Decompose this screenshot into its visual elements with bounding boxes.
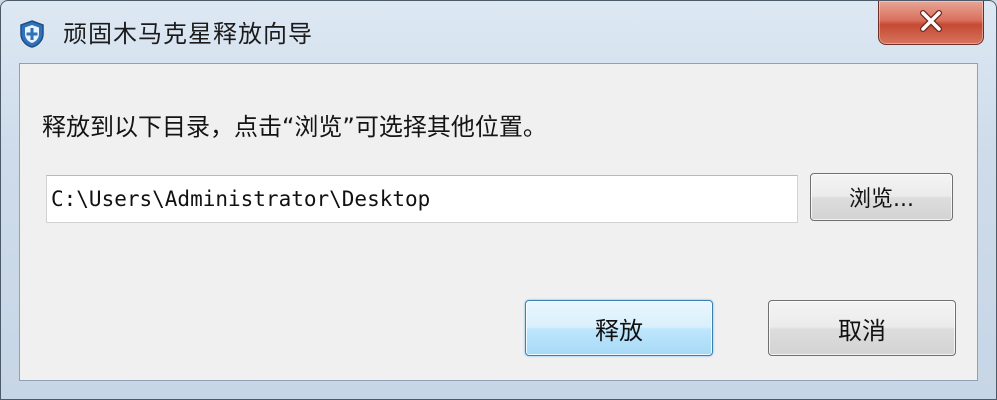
path-input[interactable] bbox=[46, 175, 798, 223]
release-wizard-window: 顽固木马克星释放向导 释放到以下目录，点击“浏览”可选择其他位置。 浏览... … bbox=[0, 0, 997, 400]
shield-icon bbox=[17, 19, 47, 49]
release-button[interactable]: 释放 bbox=[525, 300, 713, 356]
instruction-text: 释放到以下目录，点击“浏览”可选择其他位置。 bbox=[42, 113, 547, 141]
browse-button[interactable]: 浏览... bbox=[810, 173, 953, 221]
close-icon bbox=[918, 9, 944, 36]
title-bar[interactable]: 顽固木马克星释放向导 bbox=[1, 1, 996, 63]
window-title: 顽固木马克星释放向导 bbox=[63, 20, 313, 48]
cancel-button[interactable]: 取消 bbox=[768, 300, 956, 356]
dialog-content: 释放到以下目录，点击“浏览”可选择其他位置。 浏览... 释放 取消 bbox=[19, 63, 978, 381]
close-button[interactable] bbox=[878, 1, 984, 45]
